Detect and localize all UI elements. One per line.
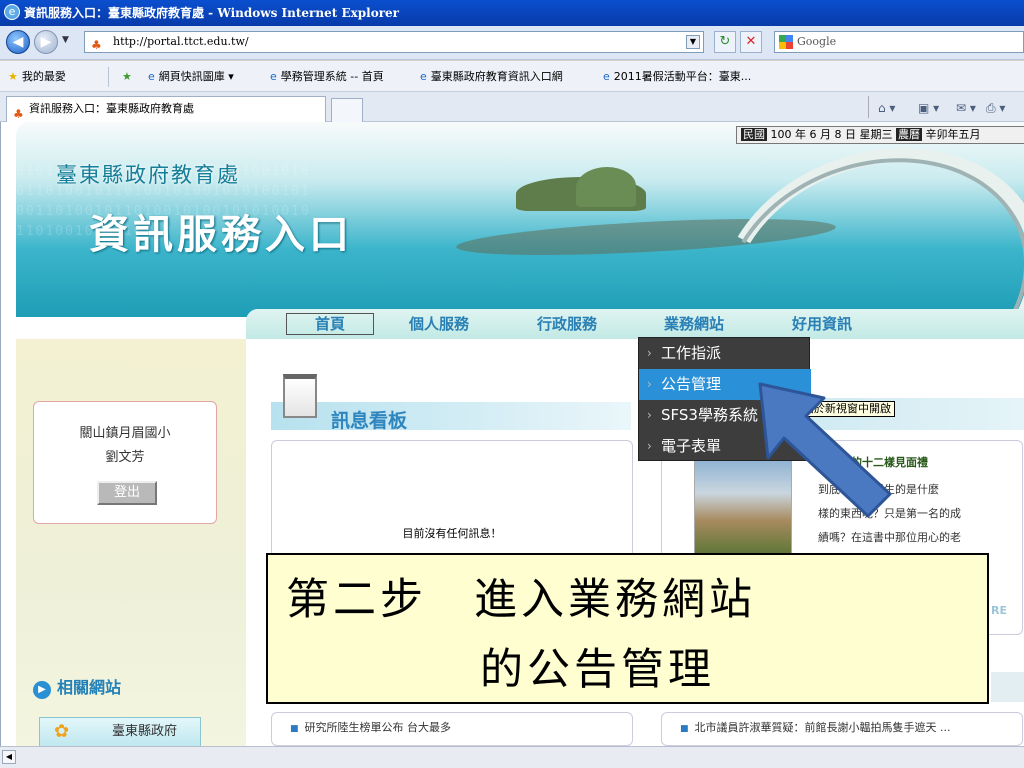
main-nav: 首頁 個人服務 行政服務 業務網站 好用資訊	[246, 309, 1024, 339]
nav-admin[interactable]: 行政服務	[537, 313, 597, 335]
island-image	[576, 167, 636, 207]
address-url: http://portal.ttct.edu.tw/	[113, 35, 249, 48]
book-line: 績嗎？在這書中那位用心的老	[818, 531, 961, 544]
ie-page-icon: e	[148, 70, 155, 83]
stop-icon[interactable]: ✕	[740, 31, 762, 53]
news-item[interactable]: ■ 研究所陸生榜單公布 台大最多	[271, 712, 633, 746]
bullet-icon: ■	[680, 724, 689, 734]
search-input[interactable]: Google	[774, 31, 1024, 53]
taitung-gov-link[interactable]: ✿ 臺東縣政府	[39, 717, 201, 746]
history-dropdown-icon[interactable]: ▼	[62, 35, 69, 45]
lunar-text: 辛卯年五月	[921, 128, 981, 141]
login-box: 關山鎮月眉國小 劉文芳 登出	[33, 401, 217, 524]
lunar-tag: 農曆	[895, 128, 922, 141]
pointer-arrow-icon	[758, 382, 892, 518]
instruction-box: 第二步 進入業務網站 的公告管理	[266, 553, 989, 704]
date-text: 100 年 6 月 8 日 星期三	[767, 128, 896, 141]
nav-personal[interactable]: 個人服務	[409, 313, 469, 335]
add-favorite-icon[interactable]: ★	[122, 68, 136, 86]
ie-page-icon: e	[603, 70, 610, 83]
home-icon[interactable]: ⌂ ▾	[878, 100, 895, 116]
tab-portal[interactable]: ♣ 資訊服務入口：臺東縣政府教育處	[6, 96, 326, 122]
mail-icon[interactable]: ✉ ▾	[956, 100, 976, 116]
panel-header	[991, 672, 1024, 702]
header-title: 資訊服務入口	[89, 212, 353, 258]
scroll-left-icon[interactable]: ◀	[2, 750, 16, 764]
nav-home[interactable]: 首頁	[286, 313, 375, 335]
tab-row: ♣ 資訊服務入口：臺東縣政府教育處 ⌂ ▾ ▣ ▾ ✉ ▾ ⎙ ▾	[0, 92, 1024, 122]
window-title-bar: 資訊服務入口：臺東縣政府教育處 - Windows Internet Explo…	[0, 0, 1024, 26]
arrow-right-icon: ▶	[33, 681, 51, 699]
infoboard-title: 訊息看板	[331, 410, 408, 432]
address-field[interactable]: ♣ http://portal.ttct.edu.tw/ ▼	[84, 31, 704, 53]
projector-screen-icon	[283, 374, 317, 418]
print-icon[interactable]: ⎙ ▾	[986, 100, 1005, 116]
separator	[868, 96, 869, 118]
school-name: 關山鎮月眉國小	[79, 426, 171, 441]
instruction-line-2: 的公告管理	[480, 645, 715, 695]
back-button[interactable]: ◀	[6, 30, 30, 54]
fav-item-student-affairs[interactable]: e 學務管理系統 -- 首頁	[270, 68, 384, 86]
date-tag: 民國	[741, 128, 767, 141]
site-favicon-icon: ♣	[91, 38, 102, 52]
nav-useful-info[interactable]: 好用資訊	[792, 313, 852, 335]
favorites-bar: ★ 我的最愛 ★ e 網頁快訊圖庫 ▾ e 學務管理系統 -- 首頁 e 臺東縣政府教育…	[0, 61, 1024, 92]
nav-business-sites[interactable]: 業務網站	[664, 313, 724, 335]
new-tab-button[interactable]	[331, 98, 363, 122]
fav-item-education-portal[interactable]: e 臺東縣政府教育資訊入口網	[420, 68, 563, 86]
forward-button[interactable]: ▶	[34, 30, 58, 54]
star-icon: ★	[8, 70, 18, 83]
news-item[interactable]: ■ 北市議員許淑華質疑：前館長謝小韞拍馬隻手遮天 ...	[661, 712, 1023, 746]
no-message-text: 目前沒有任何訊息！	[402, 527, 502, 540]
favorites-button[interactable]: ★ 我的最愛	[8, 68, 66, 86]
user-name: 劉文芳	[105, 450, 145, 465]
ie-page-icon: e	[420, 70, 427, 83]
instruction-line-1: 第二步 進入業務網站	[286, 575, 756, 625]
ie-page-icon: e	[270, 70, 277, 83]
fav-item-web-slice[interactable]: e 網頁快訊圖庫 ▾	[148, 68, 234, 86]
feeds-icon[interactable]: ▣ ▾	[918, 100, 939, 116]
logout-button[interactable]: 登出	[97, 481, 157, 505]
related-sites-heading: ▶ 相關網站	[33, 674, 121, 699]
fav-item-summer-platform[interactable]: e 2011暑假活動平台：臺東...	[603, 68, 751, 86]
message-box: 目前沒有任何訊息！	[271, 440, 633, 560]
refresh-icon[interactable]: ↻	[714, 31, 736, 53]
bullet-icon: ■	[290, 724, 299, 734]
header-subtitle: 臺東縣政府教育處	[56, 163, 240, 187]
more-link[interactable]: RE	[991, 604, 1007, 617]
horizontal-scrollbar[interactable]: ◀	[0, 746, 1024, 768]
window-title: 資訊服務入口：臺東縣政府教育處 - Windows Internet Explo…	[24, 6, 399, 20]
google-icon	[779, 35, 793, 49]
address-dropdown-icon[interactable]: ▼	[686, 35, 700, 49]
menu-item-work-assign[interactable]: 工作指派	[639, 338, 811, 369]
flower-icon: ✿	[54, 721, 70, 742]
separator	[108, 67, 109, 87]
search-placeholder: Google	[797, 35, 837, 48]
date-bar: 民國 100 年 6 月 8 日 星期三 農曆 辛卯年五月	[736, 126, 1024, 144]
ie-icon: e	[4, 4, 20, 20]
infoboard-header	[271, 402, 631, 430]
